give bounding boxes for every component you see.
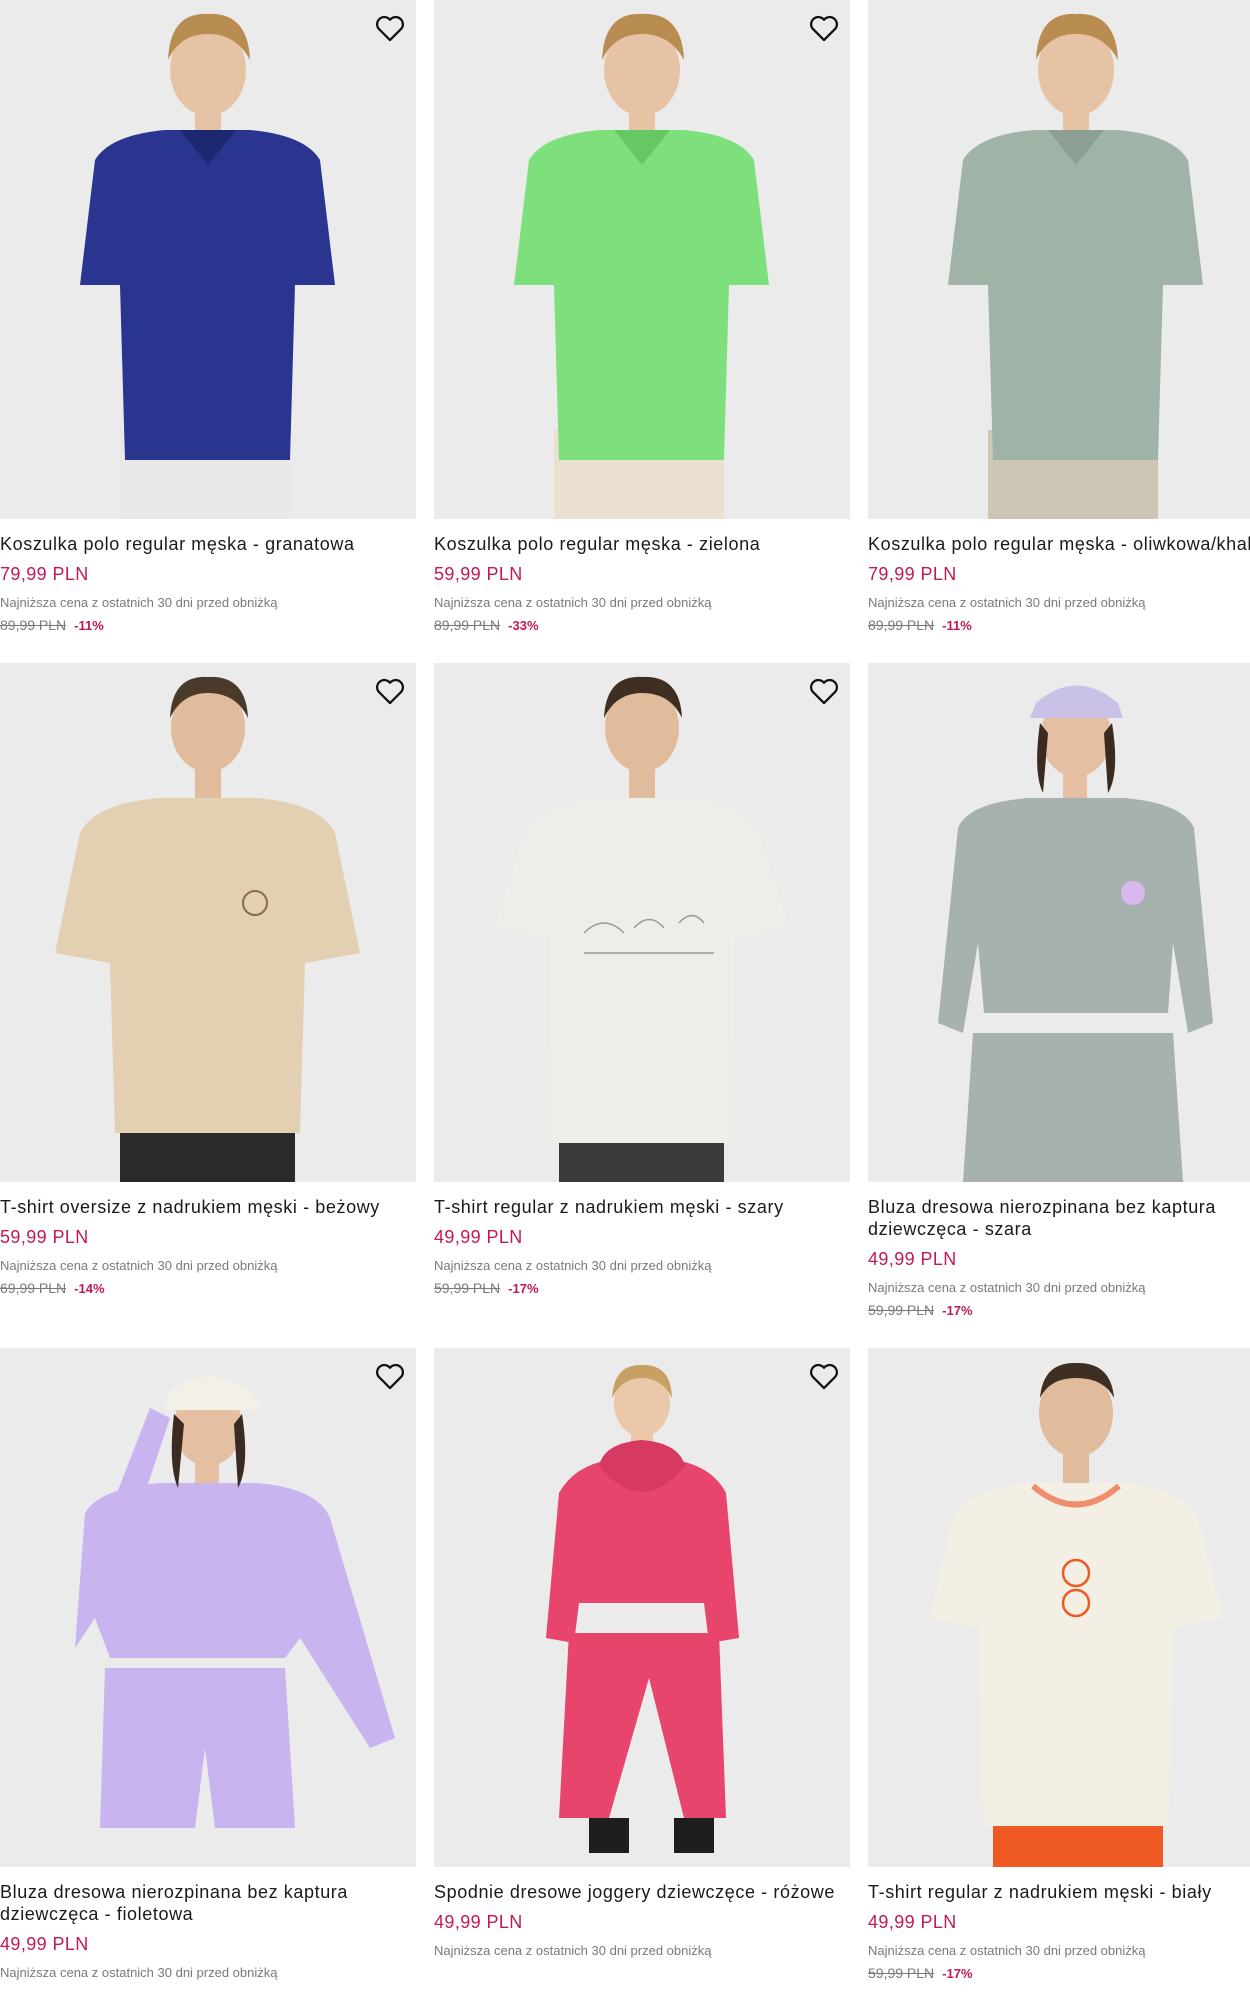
product-image[interactable] (0, 0, 416, 519)
product-image[interactable] (434, 0, 850, 519)
old-price-row: 89,99 PLN -33% (434, 616, 850, 635)
add-to-wishlist-button[interactable] (370, 671, 410, 711)
heart-outline-icon (376, 678, 404, 705)
product-price: 49,99 PLN (434, 1912, 523, 1932)
old-price: 89,99 PLN (0, 617, 67, 633)
heart-outline-icon (376, 15, 404, 42)
product-price: 79,99 PLN (0, 564, 89, 584)
product-image[interactable] (0, 1348, 416, 1867)
heart-outline-icon (810, 678, 838, 705)
add-to-wishlist-button[interactable] (804, 1356, 844, 1396)
product-photo (55, 676, 360, 1182)
product-price: 59,99 PLN (0, 1227, 89, 1247)
product-name[interactable]: Koszulka polo regular męska - granatowa (0, 533, 416, 555)
product-name[interactable]: T-shirt regular z nadrukiem męski - szar… (434, 1196, 850, 1218)
lowest-price-note: Najniższa cena z ostatnich 30 dni przed … (434, 595, 712, 610)
product-name[interactable]: Bluza dresowa nierozpinana bez kaptura d… (868, 1196, 1250, 1240)
product-name[interactable]: Bluza dresowa nierozpinana bez kaptura d… (0, 1881, 416, 1925)
product-price: 79,99 PLN (868, 564, 957, 584)
discount-badge: -17% (508, 1281, 539, 1296)
product-card[interactable]: T-shirt regular z nadrukiem męski - szar… (434, 663, 850, 1298)
discount-badge: -33% (508, 618, 539, 633)
product-card[interactable]: T-shirt regular z nadrukiem męski - biał… (868, 1348, 1250, 1983)
discount-badge: -11% (942, 618, 972, 633)
heart-outline-icon (376, 1363, 404, 1390)
old-price-row: 89,99 PLN -11% (868, 616, 1250, 635)
product-price: 49,99 PLN (868, 1249, 957, 1269)
old-price-row: 69,99 PLN -14% (0, 1279, 416, 1298)
product-photo (514, 13, 769, 519)
add-to-wishlist-button[interactable] (370, 8, 410, 48)
product-price: 59,99 PLN (434, 564, 523, 584)
product-image[interactable] (0, 663, 416, 1182)
lowest-price-note: Najniższa cena z ostatnich 30 dni przed … (868, 1280, 1146, 1295)
product-image[interactable] (868, 663, 1250, 1182)
heart-outline-icon (810, 1363, 838, 1390)
old-price-row: 59,99 PLN -17% (868, 1964, 1250, 1983)
product-photo (75, 1376, 395, 1828)
product-image[interactable] (434, 663, 850, 1182)
old-price: 59,99 PLN (434, 1280, 501, 1296)
discount-badge: -17% (942, 1966, 973, 1981)
old-price-row: 59,99 PLN -17% (868, 1301, 1250, 1320)
lowest-price-note: Najniższa cena z ostatnich 30 dni przed … (0, 595, 278, 610)
product-photo (948, 13, 1203, 519)
product-card[interactable]: Spodnie dresowe joggery dziewczęce - róż… (434, 1348, 850, 1959)
product-photo (80, 13, 335, 519)
product-card[interactable]: Koszulka polo regular męska - granatowa … (0, 0, 416, 635)
product-name[interactable]: Spodnie dresowe joggery dziewczęce - róż… (434, 1881, 850, 1903)
add-to-wishlist-button[interactable] (804, 671, 844, 711)
product-photo (546, 1364, 739, 1853)
product-name[interactable]: T-shirt oversize z nadrukiem męski - beż… (0, 1196, 416, 1218)
product-image[interactable] (868, 0, 1250, 519)
product-price: 49,99 PLN (0, 1934, 89, 1954)
lowest-price-note: Najniższa cena z ostatnich 30 dni przed … (434, 1943, 712, 1958)
product-name[interactable]: Koszulka polo regular męska - zielona (434, 533, 850, 555)
product-photo (938, 685, 1213, 1182)
lowest-price-note: Najniższa cena z ostatnich 30 dni przed … (434, 1258, 712, 1273)
product-name[interactable]: T-shirt regular z nadrukiem męski - biał… (868, 1881, 1250, 1903)
product-price: 49,99 PLN (434, 1227, 523, 1247)
product-photo (930, 1362, 1223, 1867)
lowest-price-note: Najniższa cena z ostatnich 30 dni przed … (868, 1943, 1146, 1958)
product-card[interactable]: Koszulka polo regular męska - zielona 59… (434, 0, 850, 635)
add-to-wishlist-button[interactable] (804, 8, 844, 48)
old-price: 89,99 PLN (868, 617, 935, 633)
lowest-price-note: Najniższa cena z ostatnich 30 dni przed … (0, 1258, 278, 1273)
heart-outline-icon (810, 15, 838, 42)
product-name[interactable]: Koszulka polo regular męska - oliwkowa/k… (868, 533, 1250, 555)
old-price-row: 59,99 PLN -17% (434, 1279, 850, 1298)
old-price-row: 89,99 PLN -11% (0, 616, 416, 635)
add-to-wishlist-button[interactable] (370, 1356, 410, 1396)
old-price: 59,99 PLN (868, 1302, 935, 1318)
old-price: 89,99 PLN (434, 617, 501, 633)
product-card[interactable]: Bluza dresowa nierozpinana bez kaptura d… (868, 663, 1250, 1320)
discount-badge: -14% (74, 1281, 105, 1296)
product-card[interactable]: T-shirt oversize z nadrukiem męski - beż… (0, 663, 416, 1298)
old-price: 69,99 PLN (0, 1280, 67, 1296)
lowest-price-note: Najniższa cena z ostatnich 30 dni przed … (0, 1965, 278, 1980)
product-card[interactable]: Bluza dresowa nierozpinana bez kaptura d… (0, 1348, 416, 1981)
product-photo (495, 676, 789, 1182)
lowest-price-note: Najniższa cena z ostatnich 30 dni przed … (868, 595, 1146, 610)
discount-badge: -11% (74, 618, 104, 633)
old-price: 59,99 PLN (868, 1965, 935, 1981)
product-image[interactable] (434, 1348, 850, 1867)
product-image[interactable] (868, 1348, 1250, 1867)
product-card[interactable]: Koszulka polo regular męska - oliwkowa/k… (868, 0, 1250, 635)
product-price: 49,99 PLN (868, 1912, 957, 1932)
discount-badge: -17% (942, 1303, 973, 1318)
